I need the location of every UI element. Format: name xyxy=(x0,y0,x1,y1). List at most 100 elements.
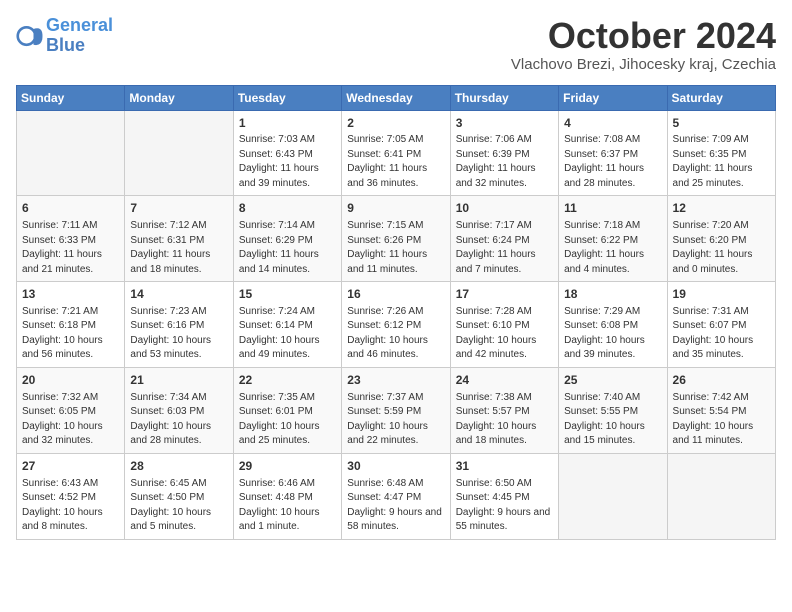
logo: General Blue xyxy=(16,16,113,56)
day-info: Sunrise: 7:17 AM Sunset: 6:24 PM Dayligh… xyxy=(456,219,553,277)
day-info: Sunrise: 7:08 AM Sunset: 6:37 PM Dayligh… xyxy=(564,133,661,191)
day-info: Sunrise: 7:23 AM Sunset: 6:16 PM Dayligh… xyxy=(130,305,227,363)
day-number: 28 xyxy=(130,458,227,475)
location: Vlachovo Brezi, Jihocesky kraj, Czechia xyxy=(511,56,776,73)
day-info: Sunrise: 6:48 AM Sunset: 4:47 PM Dayligh… xyxy=(347,477,444,535)
day-info: Sunrise: 6:46 AM Sunset: 4:48 PM Dayligh… xyxy=(239,477,336,535)
calendar-cell: 5Sunrise: 7:09 AM Sunset: 6:35 PM Daylig… xyxy=(667,110,775,196)
day-info: Sunrise: 7:32 AM Sunset: 6:05 PM Dayligh… xyxy=(22,391,119,449)
weekday-header-thursday: Thursday xyxy=(450,85,558,110)
day-number: 14 xyxy=(130,286,227,303)
calendar-cell: 14 Sunrise: 7:23 AM Sunset: 6:16 PM Dayli… xyxy=(125,282,233,368)
calendar-cell: 1Sunrise: 7:03 AM Sunset: 6:43 PM Daylig… xyxy=(233,110,341,196)
calendar-cell: 23 Sunrise: 7:37 AM Sunset: 5:59 PM Dayli… xyxy=(342,367,450,453)
weekday-header-tuesday: Tuesday xyxy=(233,85,341,110)
day-number: 18 xyxy=(564,286,661,303)
day-info: Sunrise: 7:21 AM Sunset: 6:18 PM Dayligh… xyxy=(22,305,119,363)
day-number: 16 xyxy=(347,286,444,303)
calendar-cell: 2Sunrise: 7:05 AM Sunset: 6:41 PM Daylig… xyxy=(342,110,450,196)
day-number: 26 xyxy=(673,372,770,389)
day-number: 7 xyxy=(130,200,227,217)
day-info: Sunrise: 6:43 AM Sunset: 4:52 PM Dayligh… xyxy=(22,477,119,535)
calendar-cell: 22Sunrise: 7:35 AM Sunset: 6:01 PM Dayli… xyxy=(233,367,341,453)
day-number: 21 xyxy=(130,372,227,389)
calendar-cell: 3Sunrise: 7:06 AM Sunset: 6:39 PM Daylig… xyxy=(450,110,558,196)
day-number: 12 xyxy=(673,200,770,217)
day-number: 27 xyxy=(22,458,119,475)
day-number: 29 xyxy=(239,458,336,475)
calendar-cell: 19 Sunrise: 7:31 AM Sunset: 6:07 PM Dayli… xyxy=(667,282,775,368)
day-info: Sunrise: 7:31 AM Sunset: 6:07 PM Dayligh… xyxy=(673,305,770,363)
day-number: 31 xyxy=(456,458,553,475)
day-info: Sunrise: 7:29 AM Sunset: 6:08 PM Dayligh… xyxy=(564,305,661,363)
calendar-cell: 27 Sunrise: 6:43 AM Sunset: 4:52 PM Dayli… xyxy=(17,453,125,539)
day-info: Sunrise: 7:37 AM Sunset: 5:59 PM Dayligh… xyxy=(347,391,444,449)
day-number: 1 xyxy=(239,115,336,132)
day-number: 11 xyxy=(564,200,661,217)
day-info: Sunrise: 7:38 AM Sunset: 5:57 PM Dayligh… xyxy=(456,391,553,449)
weekday-header-friday: Friday xyxy=(559,85,667,110)
weekday-header-sunday: Sunday xyxy=(17,85,125,110)
day-number: 24 xyxy=(456,372,553,389)
calendar-cell: 29 Sunrise: 6:46 AM Sunset: 4:48 PM Dayli… xyxy=(233,453,341,539)
day-info: Sunrise: 7:40 AM Sunset: 5:55 PM Dayligh… xyxy=(564,391,661,449)
day-info: Sunrise: 7:26 AM Sunset: 6:12 PM Dayligh… xyxy=(347,305,444,363)
day-number: 25 xyxy=(564,372,661,389)
calendar-cell: 7 Sunrise: 7:12 AM Sunset: 6:31 PM Daylig… xyxy=(125,196,233,282)
day-info: Sunrise: 7:12 AM Sunset: 6:31 PM Dayligh… xyxy=(130,219,227,277)
calendar-cell: 15Sunrise: 7:24 AM Sunset: 6:14 PM Dayli… xyxy=(233,282,341,368)
calendar-cell: 31 Sunrise: 6:50 AM Sunset: 4:45 PM Dayli… xyxy=(450,453,558,539)
calendar-cell: 11 Sunrise: 7:18 AM Sunset: 6:22 PM Dayli… xyxy=(559,196,667,282)
calendar-cell xyxy=(125,110,233,196)
calendar-cell: 17Sunrise: 7:28 AM Sunset: 6:10 PM Dayli… xyxy=(450,282,558,368)
weekday-header-wednesday: Wednesday xyxy=(342,85,450,110)
day-info: Sunrise: 7:28 AM Sunset: 6:10 PM Dayligh… xyxy=(456,305,553,363)
day-number: 20 xyxy=(22,372,119,389)
day-info: Sunrise: 7:03 AM Sunset: 6:43 PM Dayligh… xyxy=(239,133,336,191)
day-info: Sunrise: 7:42 AM Sunset: 5:54 PM Dayligh… xyxy=(673,391,770,449)
month-title: October 2024 xyxy=(511,16,776,56)
day-number: 13 xyxy=(22,286,119,303)
weekday-header-monday: Monday xyxy=(125,85,233,110)
day-number: 3 xyxy=(456,115,553,132)
calendar-cell: 6 Sunrise: 7:11 AM Sunset: 6:33 PM Daylig… xyxy=(17,196,125,282)
day-number: 2 xyxy=(347,115,444,132)
day-info: Sunrise: 6:50 AM Sunset: 4:45 PM Dayligh… xyxy=(456,477,553,535)
day-info: Sunrise: 7:18 AM Sunset: 6:22 PM Dayligh… xyxy=(564,219,661,277)
day-number: 6 xyxy=(22,200,119,217)
day-info: Sunrise: 7:05 AM Sunset: 6:41 PM Dayligh… xyxy=(347,133,444,191)
day-number: 23 xyxy=(347,372,444,389)
day-number: 9 xyxy=(347,200,444,217)
day-info: Sunrise: 7:11 AM Sunset: 6:33 PM Dayligh… xyxy=(22,219,119,277)
calendar-cell: 24 Sunrise: 7:38 AM Sunset: 5:57 PM Dayli… xyxy=(450,367,558,453)
day-number: 19 xyxy=(673,286,770,303)
day-info: Sunrise: 7:15 AM Sunset: 6:26 PM Dayligh… xyxy=(347,219,444,277)
calendar-cell: 21 Sunrise: 7:34 AM Sunset: 6:03 PM Dayli… xyxy=(125,367,233,453)
calendar-cell: 20 Sunrise: 7:32 AM Sunset: 6:05 PM Dayli… xyxy=(17,367,125,453)
day-info: Sunrise: 7:09 AM Sunset: 6:35 PM Dayligh… xyxy=(673,133,770,191)
calendar-cell xyxy=(559,453,667,539)
calendar-cell: 25 Sunrise: 7:40 AM Sunset: 5:55 PM Dayli… xyxy=(559,367,667,453)
day-number: 30 xyxy=(347,458,444,475)
day-info: Sunrise: 6:45 AM Sunset: 4:50 PM Dayligh… xyxy=(130,477,227,535)
calendar-cell: 4Sunrise: 7:08 AM Sunset: 6:37 PM Daylig… xyxy=(559,110,667,196)
day-info: Sunrise: 7:35 AM Sunset: 6:01 PM Dayligh… xyxy=(239,391,336,449)
day-info: Sunrise: 7:34 AM Sunset: 6:03 PM Dayligh… xyxy=(130,391,227,449)
calendar-cell: 26 Sunrise: 7:42 AM Sunset: 5:54 PM Dayli… xyxy=(667,367,775,453)
day-number: 8 xyxy=(239,200,336,217)
calendar-cell: 10 Sunrise: 7:17 AM Sunset: 6:24 PM Dayli… xyxy=(450,196,558,282)
day-number: 4 xyxy=(564,115,661,132)
calendar-cell: 13 Sunrise: 7:21 AM Sunset: 6:18 PM Dayli… xyxy=(17,282,125,368)
calendar-cell: 18 Sunrise: 7:29 AM Sunset: 6:08 PM Dayli… xyxy=(559,282,667,368)
calendar-cell xyxy=(667,453,775,539)
calendar-cell: 28 Sunrise: 6:45 AM Sunset: 4:50 PM Dayli… xyxy=(125,453,233,539)
day-info: Sunrise: 7:06 AM Sunset: 6:39 PM Dayligh… xyxy=(456,133,553,191)
calendar-cell: 30 Sunrise: 6:48 AM Sunset: 4:47 PM Dayli… xyxy=(342,453,450,539)
day-number: 10 xyxy=(456,200,553,217)
day-number: 15 xyxy=(239,286,336,303)
day-info: Sunrise: 7:20 AM Sunset: 6:20 PM Dayligh… xyxy=(673,219,770,277)
day-info: Sunrise: 7:14 AM Sunset: 6:29 PM Dayligh… xyxy=(239,219,336,277)
logo-text: General Blue xyxy=(46,16,113,56)
calendar-cell: 12 Sunrise: 7:20 AM Sunset: 6:20 PM Dayli… xyxy=(667,196,775,282)
calendar-cell: 9 Sunrise: 7:15 AM Sunset: 6:26 PM Daylig… xyxy=(342,196,450,282)
